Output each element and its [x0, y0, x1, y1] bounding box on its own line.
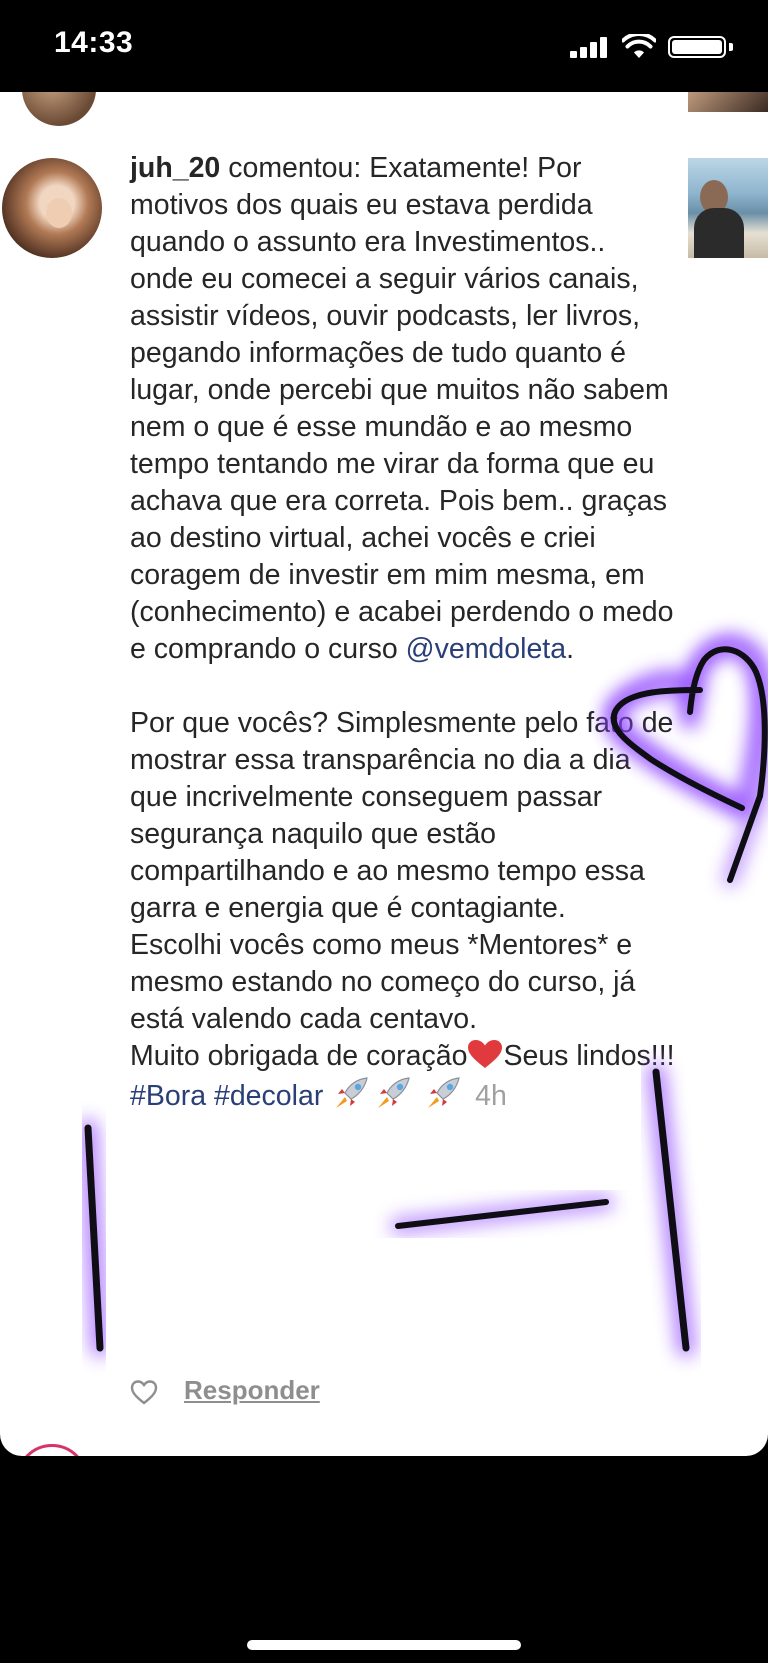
commenter-avatar[interactable]: [2, 158, 102, 258]
post-thumbnail[interactable]: [688, 158, 768, 258]
previous-comment-avatar[interactable]: [22, 92, 96, 126]
comment-text-1: Exatamente! Por motivos dos quais eu est…: [130, 152, 674, 665]
previous-post-thumbnail[interactable]: [688, 92, 768, 112]
comment-paragraph-2: Por que vocês? Simplesmente pelo fato de…: [130, 707, 674, 924]
red-heart-icon: [468, 1040, 503, 1068]
status-time: 14:33: [54, 26, 134, 59]
cellular-signal-icon: [570, 36, 610, 58]
mention-suffix: .: [566, 633, 575, 665]
hashtag-bora[interactable]: #Bora: [130, 1080, 206, 1112]
comment-text-4a: Muito obrigada de coração: [130, 1040, 468, 1072]
wifi-icon: [622, 34, 656, 58]
battery-icon: [668, 36, 738, 58]
home-indicator[interactable]: [247, 1640, 521, 1650]
comment-body: juh_20 comentou: Exatamente! Por motivos…: [130, 150, 675, 1115]
rocket-icon: [428, 1077, 460, 1108]
next-comment-avatar[interactable]: [16, 1444, 88, 1456]
comment-username[interactable]: juh_20: [130, 152, 220, 184]
status-bar: 14:33: [0, 0, 768, 92]
reply-button[interactable]: Responder: [184, 1375, 320, 1406]
comment-paragraph-4: Muito obrigada de coração Seus lindos!!! …: [130, 1038, 675, 1115]
rocket-icon: [336, 1077, 369, 1108]
mention-link[interactable]: @vemdoleta: [406, 633, 566, 665]
heart-outline-icon[interactable]: [130, 1379, 158, 1405]
comment-paragraph-3: Escolhi vocês como meus *Mentores* e mes…: [130, 929, 636, 1035]
comment-text-4b: Seus lindos!!!: [503, 1040, 675, 1072]
hashtag-decolar[interactable]: #decolar: [214, 1080, 323, 1112]
comment-paragraph-1: juh_20 comentou: Exatamente! Por motivos…: [130, 150, 675, 668]
comments-card: juh_20 comentou: Exatamente! Por motivos…: [0, 92, 768, 1456]
comment-action-text: comentou:: [220, 152, 370, 184]
comment-timestamp: 4h: [475, 1080, 507, 1112]
rocket-icon: [378, 1077, 411, 1108]
